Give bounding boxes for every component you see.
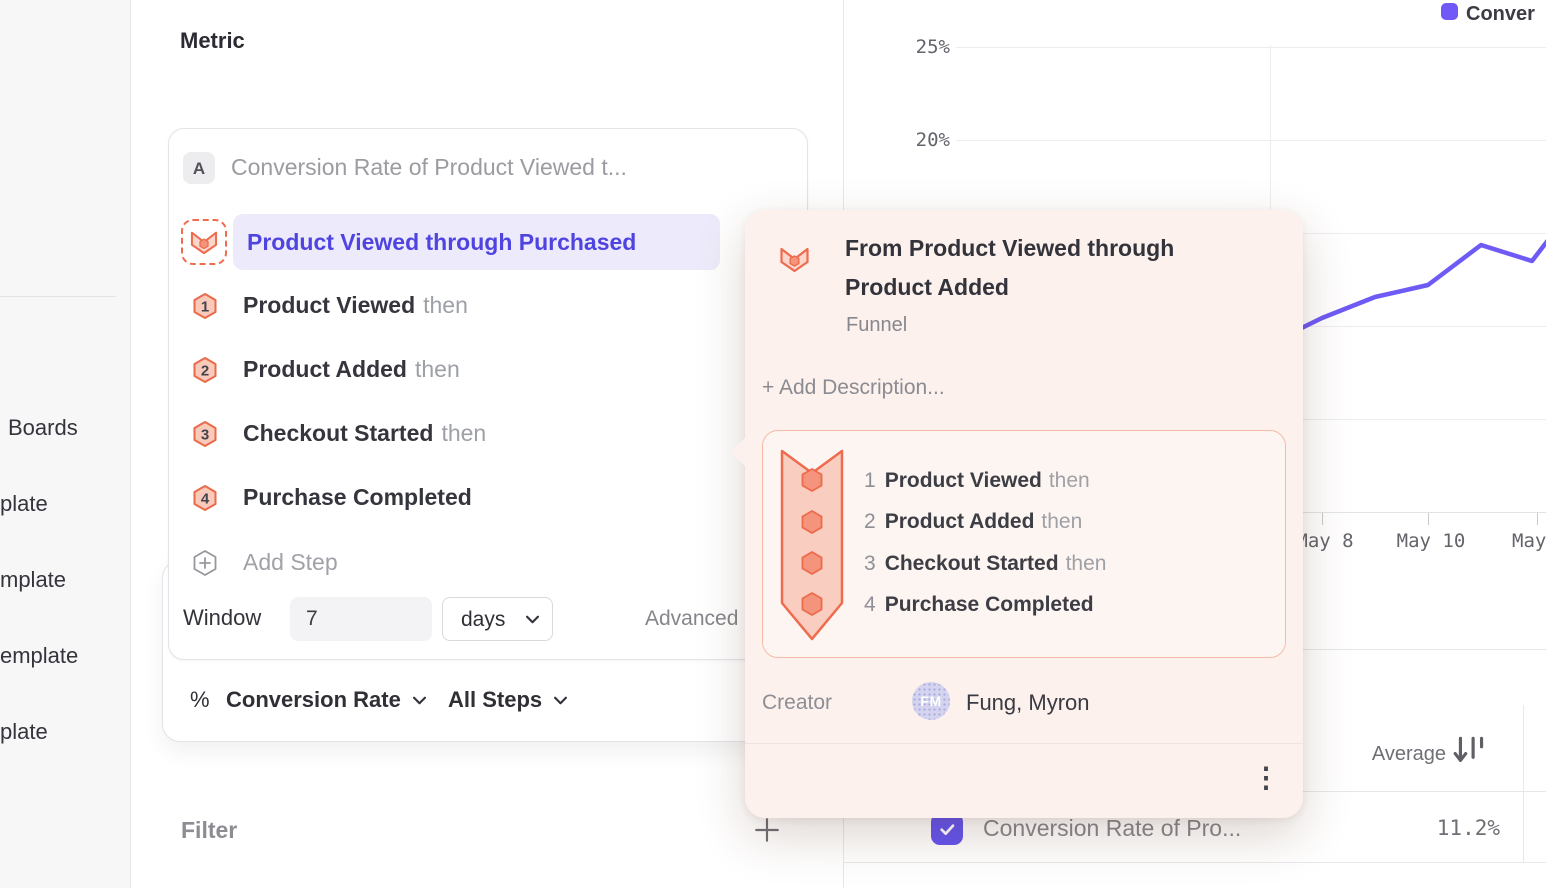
step-row-4[interactable]: Purchase Completed — [243, 486, 480, 509]
add-filter-button[interactable] — [753, 816, 781, 844]
step-4-hexagon-icon: 4 — [192, 484, 218, 512]
step-2-name: Product Added — [243, 356, 407, 382]
measure-dropdown[interactable]: Conversion Rate — [226, 689, 426, 711]
creator-name: Fung, Myron — [966, 692, 1090, 714]
popover-step-1: 1Product Viewedthen — [864, 470, 1090, 491]
popover-step-3: 3Checkout Startedthen — [864, 553, 1106, 574]
window-value-input[interactable] — [290, 597, 432, 641]
window-unit-select[interactable]: days — [442, 597, 553, 641]
advanced-button[interactable]: Advanced — [645, 608, 738, 629]
x-axis-label-may10: May 10 — [1389, 532, 1473, 551]
creator-avatar-initials: FM — [920, 694, 941, 708]
step-1-name: Product Viewed — [243, 292, 415, 318]
sidebar — [0, 0, 131, 888]
filter-heading: Filter — [181, 819, 237, 842]
creator-avatar: FM — [912, 682, 950, 720]
sidebar-item-template-3[interactable]: emplate — [0, 645, 78, 667]
popover-arrow — [730, 438, 745, 466]
sort-descending-icon[interactable] — [1452, 735, 1490, 769]
svg-text:2: 2 — [201, 363, 209, 380]
popover-step-2: 2Product Addedthen — [864, 511, 1082, 532]
legend-label[interactable]: Conver — [1466, 4, 1535, 24]
creator-label: Creator — [762, 692, 832, 713]
step-row-2[interactable]: Product Added then — [243, 358, 460, 381]
table-column-divider — [1523, 705, 1524, 863]
sidebar-divider — [0, 296, 116, 297]
steps-scope-dropdown[interactable]: All Steps — [448, 689, 567, 711]
chevron-down-icon — [526, 615, 539, 624]
step-3-suffix: then — [441, 420, 486, 446]
step-1-suffix: then — [423, 292, 468, 318]
measure-label: Conversion Rate — [226, 689, 401, 711]
step-row-3[interactable]: Checkout Started then — [243, 422, 486, 445]
table-row-label[interactable]: Conversion Rate of Pro... — [983, 817, 1241, 840]
measure-prefix: % — [190, 689, 210, 711]
more-options-icon[interactable]: ⋮ — [1252, 764, 1280, 792]
step-3-name: Checkout Started — [243, 420, 433, 446]
y-axis-tick-20: 20% — [880, 131, 950, 150]
svg-text:4: 4 — [201, 491, 210, 508]
funnel-name: Product Viewed through Purchased — [247, 231, 636, 254]
metric-card — [168, 128, 808, 660]
funnel-metric-icon[interactable] — [181, 219, 227, 265]
funnel-ribbon-icon — [776, 443, 848, 645]
table-row-divider — [843, 862, 1546, 863]
chevron-down-icon — [554, 696, 567, 705]
sidebar-item-template-1[interactable]: plate — [0, 493, 48, 515]
sidebar-item-template-2[interactable]: mplate — [0, 569, 66, 591]
sidebar-item-boards[interactable]: Boards — [8, 417, 78, 439]
step-1-hexagon-icon: 1 — [192, 292, 218, 320]
popover-divider — [745, 743, 1303, 744]
y-axis-tick-25: 25% — [880, 38, 950, 57]
steps-scope-label: All Steps — [448, 689, 542, 711]
funnel-name-pill[interactable]: Product Viewed through Purchased — [233, 214, 720, 270]
add-step-hexagon-icon[interactable] — [192, 549, 218, 577]
table-row-average-value: 11.2% — [1360, 818, 1500, 839]
step-4-name: Purchase Completed — [243, 484, 472, 510]
step-row-1[interactable]: Product Viewed then — [243, 294, 468, 317]
legend-swatch[interactable] — [1441, 3, 1458, 20]
step-3-hexagon-icon: 3 — [192, 420, 218, 448]
popover-step-4: 4Purchase Completed — [864, 594, 1101, 615]
series-badge: A — [183, 152, 215, 184]
add-description-button[interactable]: + Add Description... — [762, 377, 945, 398]
funnel-icon — [778, 245, 811, 273]
svg-text:1: 1 — [201, 299, 209, 316]
step-2-hexagon-icon: 2 — [192, 356, 218, 384]
check-icon — [937, 819, 957, 839]
x-axis-label-may12: May — [1512, 532, 1546, 551]
funnel-icon — [189, 229, 219, 255]
step-2-suffix: then — [415, 356, 460, 382]
window-label: Window — [183, 607, 261, 629]
metric-heading: Metric — [180, 30, 245, 52]
funnel-details-popover: From Product Viewed through Product Adde… — [745, 210, 1303, 818]
window-unit-value: days — [461, 609, 505, 630]
popover-title: From Product Viewed through Product Adde… — [845, 229, 1215, 307]
add-step-button[interactable]: Add Step — [243, 551, 338, 574]
sidebar-item-template-4[interactable]: plate — [0, 721, 48, 743]
chevron-down-icon — [413, 696, 426, 705]
svg-text:3: 3 — [201, 427, 209, 444]
popover-type-label: Funnel — [846, 315, 907, 335]
series-title[interactable]: Conversion Rate of Product Viewed t... — [231, 156, 627, 179]
average-column-header[interactable]: Average — [1280, 744, 1446, 764]
